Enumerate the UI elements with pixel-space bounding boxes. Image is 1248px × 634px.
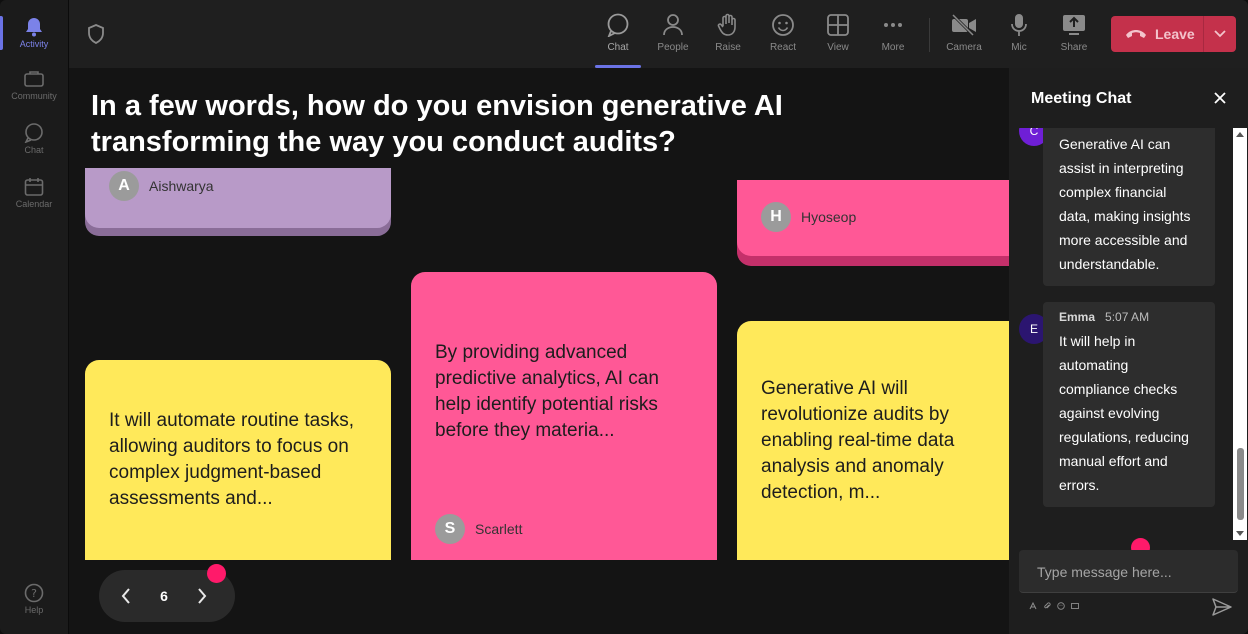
close-icon[interactable] xyxy=(1212,90,1228,106)
format-icon[interactable] xyxy=(1029,602,1037,610)
wall-stage: In a few words, how do you envision gene… xyxy=(69,68,1009,634)
chevron-right-icon[interactable] xyxy=(187,581,217,611)
app-rail: Activity Community Chat Calendar ? Help xyxy=(0,0,69,634)
toolbar-label: People xyxy=(657,42,689,53)
rail-label: Chat xyxy=(24,145,44,155)
rail-label: Activity xyxy=(19,39,49,49)
leave-label: Leave xyxy=(1155,26,1195,42)
gif-icon[interactable] xyxy=(1071,602,1079,610)
response-card[interactable]: It will automate routine tasks, allowing… xyxy=(85,360,391,560)
toolbar-label: Camera xyxy=(946,42,982,53)
rail-item-community[interactable]: Community xyxy=(0,60,68,110)
scroll-thumb[interactable] xyxy=(1237,448,1244,520)
response-card[interactable]: H Hyoseop xyxy=(737,180,1009,266)
toolbar-people-button[interactable]: People xyxy=(646,10,700,62)
message-compose-box[interactable] xyxy=(1019,550,1238,593)
card-text: It will automate routine tasks, allowing… xyxy=(109,410,354,509)
author-name: Hyoseop xyxy=(801,209,857,225)
share-screen-icon xyxy=(1061,12,1087,38)
card-author: H Hyoseop xyxy=(761,202,856,232)
toolbar-label: Chat xyxy=(607,42,629,53)
avatar: A xyxy=(109,171,139,201)
rail-item-activity[interactable]: Activity xyxy=(0,8,68,58)
chat-icon xyxy=(24,123,44,143)
attach-icon[interactable] xyxy=(1043,602,1051,610)
phone-hangup-icon xyxy=(1125,27,1147,41)
rail-label: Calendar xyxy=(15,199,53,209)
community-icon xyxy=(24,69,44,89)
toolbar-label: React xyxy=(769,42,797,53)
toolbar-raise-button[interactable]: Raise xyxy=(701,10,755,62)
card-text: By providing advanced predictive analyti… xyxy=(435,342,659,441)
response-card[interactable]: Generative AI will revolutionize audits … xyxy=(737,321,1009,560)
scroll-up-icon[interactable] xyxy=(1236,132,1244,137)
scroll-down-icon[interactable] xyxy=(1236,531,1244,536)
calendar-icon xyxy=(24,177,44,197)
sender-name: Emma xyxy=(1059,310,1096,324)
meeting-toolbar: Chat People Raise React View More Camera… xyxy=(69,0,1248,68)
page-number: 6 xyxy=(160,588,168,604)
card-author: S Scarlett xyxy=(435,514,522,544)
bell-icon xyxy=(24,17,44,37)
notification-dot xyxy=(207,564,226,583)
rail-item-help[interactable]: ? Help xyxy=(0,574,68,624)
meeting-window: Activity Community Chat Calendar ? Help xyxy=(0,0,1248,634)
card-text: Generative AI will revolutionize audits … xyxy=(761,378,955,503)
message-meta: Emma 5:07 AM xyxy=(1059,310,1199,324)
message-text: It will help in automating compliance ch… xyxy=(1059,333,1189,493)
toolbar-label: Share xyxy=(1060,42,1088,53)
smiley-icon xyxy=(770,12,796,38)
chat-message: Generative AI can assist in interpreting… xyxy=(1043,128,1215,286)
chevron-left-icon[interactable] xyxy=(111,581,141,611)
avatar: H xyxy=(761,202,791,232)
toolbar-view-button[interactable]: View xyxy=(811,10,865,62)
svg-text:?: ? xyxy=(31,587,37,600)
help-icon: ? xyxy=(24,583,44,603)
toolbar-divider xyxy=(929,18,930,52)
grid-view-icon xyxy=(825,12,851,38)
chat-message-list[interactable]: C Generative AI can assist in interpreti… xyxy=(1009,128,1234,540)
compose-toolbar xyxy=(1029,602,1079,610)
toolbar-label: More xyxy=(881,42,905,53)
send-icon[interactable] xyxy=(1212,598,1232,616)
chat-title: Meeting Chat xyxy=(1031,90,1132,107)
toolbar-chat-button[interactable]: Chat xyxy=(591,10,645,68)
leave-button[interactable]: Leave xyxy=(1111,16,1236,52)
chat-message: Emma 5:07 AM It will help in automating c… xyxy=(1043,302,1215,507)
response-card[interactable]: A Aishwarya xyxy=(85,168,391,236)
response-card[interactable]: By providing advanced predictive analyti… xyxy=(411,272,717,560)
rail-label: Help xyxy=(24,605,44,615)
toolbar-share-button[interactable]: Share xyxy=(1047,10,1101,62)
raise-hand-icon xyxy=(715,12,741,38)
toolbar-mic-button[interactable]: Mic xyxy=(992,10,1046,62)
people-icon xyxy=(660,12,686,38)
toolbar-label: View xyxy=(827,42,849,53)
microphone-icon xyxy=(1006,12,1032,38)
message-input[interactable] xyxy=(1035,560,1229,584)
rail-item-chat[interactable]: Chat xyxy=(0,114,68,164)
toolbar-camera-button[interactable]: Camera xyxy=(937,10,991,62)
meeting-chat-panel: Meeting Chat C Generative AI can assist … xyxy=(1009,68,1248,634)
avatar: S xyxy=(435,514,465,544)
chat-scrollbar[interactable] xyxy=(1233,128,1247,540)
toolbar-more-button[interactable]: More xyxy=(866,10,920,62)
rail-label: Community xyxy=(11,91,57,101)
emoji-icon[interactable] xyxy=(1057,602,1065,610)
toolbar-label: Raise xyxy=(715,42,741,53)
author-name: Aishwarya xyxy=(149,178,214,194)
card-author: A Aishwarya xyxy=(109,171,214,201)
toolbar-react-button[interactable]: React xyxy=(756,10,810,62)
chevron-down-icon[interactable] xyxy=(1203,16,1236,52)
rail-item-calendar[interactable]: Calendar xyxy=(0,168,68,218)
chat-icon xyxy=(605,12,631,38)
message-time: 5:07 AM xyxy=(1105,310,1150,324)
camera-off-icon xyxy=(951,12,977,38)
author-name: Scarlett xyxy=(475,521,523,537)
question-title: In a few words, how do you envision gene… xyxy=(91,90,783,158)
shield-icon[interactable] xyxy=(87,24,105,44)
toolbar-label: Mic xyxy=(1011,42,1027,53)
message-text: Generative AI can assist in interpreting… xyxy=(1059,136,1191,272)
more-dots-icon xyxy=(880,12,906,38)
